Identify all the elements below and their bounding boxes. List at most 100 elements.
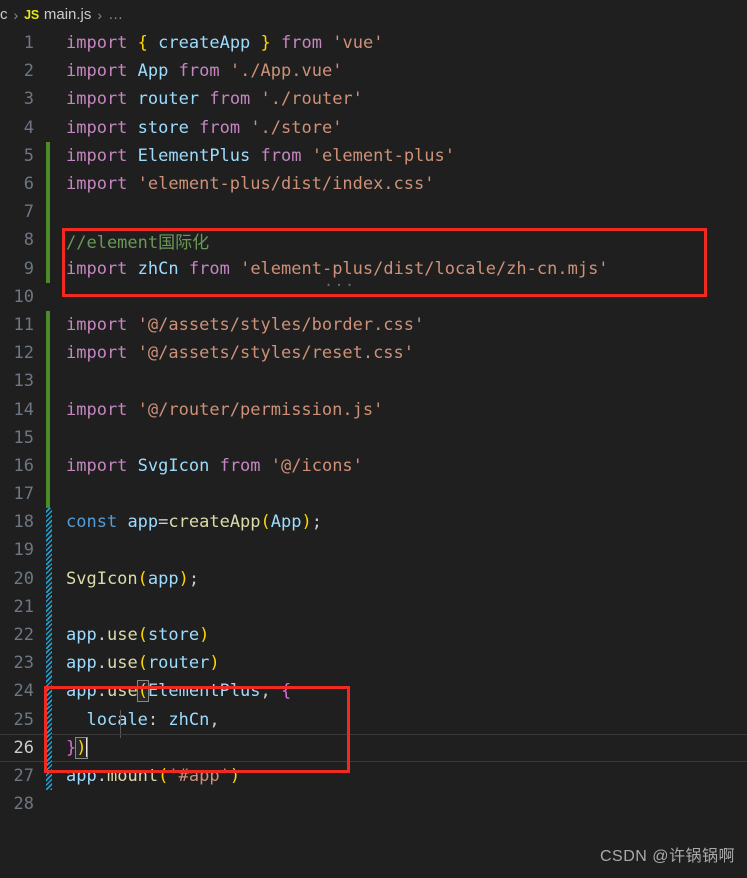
code-line-text: const app=createApp(App); <box>66 512 322 533</box>
code-line-row[interactable]: 18 const app=createApp(App); <box>0 508 747 537</box>
line-number: 14 <box>13 399 34 420</box>
code-line-text: app.use(ElementPlus, { <box>66 680 292 703</box>
watermark: CSDN @许锅锅啊 <box>599 848 735 865</box>
code-line-row[interactable]: 14 import '@/router/permission.js' <box>0 395 747 424</box>
line-number: 1 <box>23 33 34 54</box>
line-number: 28 <box>13 794 34 815</box>
code-line-text: locale: zhCn, <box>54 709 220 738</box>
gutter-change-added[interactable] <box>44 226 54 255</box>
line-number: 26 <box>13 737 34 758</box>
code-line-row[interactable]: 23 app.use(router) <box>0 649 747 678</box>
line-number: 13 <box>13 371 34 392</box>
gutter-change-added[interactable] <box>44 198 54 227</box>
code-line-text: app.use(store) <box>66 625 210 646</box>
gutter-empty <box>44 57 54 85</box>
gutter-change-staged[interactable] <box>44 733 54 763</box>
code-line-row[interactable]: 20 SvgIcon(app); <box>0 564 747 593</box>
code-line-row[interactable]: 25 locale: zhCn, <box>0 705 747 738</box>
line-number: 7 <box>23 202 34 223</box>
code-line-row[interactable]: 8 //element国际化 <box>0 226 747 255</box>
active-line-highlight <box>0 733 747 762</box>
code-line-row[interactable]: 2 import App from './App.vue' <box>0 57 747 85</box>
gutter-change-added[interactable] <box>44 451 54 481</box>
gutter-change-added[interactable] <box>44 395 54 424</box>
line-number: 27 <box>13 765 34 786</box>
code-line-text: import router from './router' <box>66 89 363 110</box>
gutter-empty <box>44 85 54 113</box>
line-number: 16 <box>13 455 34 476</box>
gutter-empty <box>44 790 54 818</box>
code-line-row[interactable]: 13 <box>0 367 747 396</box>
code-line-text: import '@/assets/styles/border.css' <box>66 314 425 335</box>
code-line-row[interactable]: 17 <box>0 480 747 509</box>
code-line-row[interactable]: 26}) <box>0 733 747 763</box>
code-line-row[interactable]: 21 <box>0 592 747 622</box>
code-line-text: //element国际化 <box>66 232 210 253</box>
code-line-row[interactable]: 15 <box>0 423 747 453</box>
code-line-row[interactable]: 11 import '@/assets/styles/border.css' <box>0 310 747 340</box>
gutter-change-added[interactable] <box>44 310 54 340</box>
gutter-change-staged[interactable] <box>44 564 54 593</box>
code-line-text: import ElementPlus from 'element-plus' <box>66 145 456 166</box>
code-line-text: }) <box>66 737 88 760</box>
gutter-change-staged[interactable] <box>44 536 54 565</box>
code-line-row[interactable]: 1 import { createApp } from 'vue' <box>0 29 747 57</box>
code-editor[interactable]: 1 import { createApp } from 'vue' 2 import … <box>0 29 747 878</box>
gutter-change-staged[interactable] <box>44 677 54 706</box>
gutter-change-added[interactable] <box>44 480 54 509</box>
code-line-row[interactable]: 22 app.use(store) <box>0 620 747 650</box>
code-rows: 1 import { createApp } from 'vue' 2 import … <box>0 29 747 818</box>
line-number: 8 <box>23 230 34 251</box>
code-line-row[interactable]: 28 <box>0 790 747 818</box>
gutter-change-staged[interactable] <box>44 761 54 791</box>
code-line-text: import '@/router/permission.js' <box>66 399 384 420</box>
gutter-change-staged[interactable] <box>44 508 54 537</box>
gutter-empty <box>44 283 54 311</box>
breadcrumb-symbol-ellipsis[interactable]: … <box>108 6 124 23</box>
breadcrumb[interactable]: c › JS main.js › … <box>0 0 747 29</box>
breadcrumb-separator-2: › <box>97 6 103 23</box>
line-number: 17 <box>13 484 34 505</box>
code-line-row[interactable]: 6 import 'element-plus/dist/index.css' <box>0 169 747 199</box>
line-number: 12 <box>13 343 34 364</box>
code-line-row[interactable]: 12 import '@/assets/styles/reset.css' <box>0 339 747 368</box>
gutter-change-staged[interactable] <box>44 705 54 734</box>
code-line-text: import SvgIcon from '@/icons' <box>66 455 363 476</box>
gutter-change-staged[interactable] <box>44 620 54 650</box>
line-number: 4 <box>23 117 34 138</box>
bracket-match-open: ( <box>136 680 149 703</box>
code-line-row[interactable]: 24 app.use(ElementPlus, { <box>0 677 747 706</box>
code-line-row[interactable]: 19 <box>0 536 747 565</box>
code-line-row[interactable]: 3 import router from './router' <box>0 85 747 113</box>
code-line-text: import App from './App.vue' <box>66 61 343 82</box>
code-line-row[interactable]: 4 import store from './store' <box>0 114 747 142</box>
line-number: 20 <box>13 568 34 589</box>
line-number: 24 <box>13 681 34 702</box>
code-line-text: import zhCn from 'element-plus/dist/loca… <box>66 258 609 294</box>
gutter-change-staged[interactable] <box>44 592 54 622</box>
line-number: 21 <box>13 596 34 617</box>
line-number: 11 <box>13 314 34 335</box>
code-line-row[interactable]: 5 import ElementPlus from 'element-plus' <box>0 141 747 171</box>
line-number: 10 <box>13 286 34 307</box>
gutter-change-added[interactable] <box>44 423 54 453</box>
code-line-row[interactable]: 9 import zhCn from 'element-plus/dist/loc… <box>0 254 747 294</box>
code-line-row[interactable]: 27 app.mount('#app') <box>0 761 747 791</box>
gutter-change-added[interactable] <box>44 367 54 396</box>
breadcrumb-folder[interactable]: c <box>0 6 8 23</box>
code-line-row[interactable]: 10 <box>0 283 747 311</box>
code-line-row[interactable]: 7 <box>0 198 747 227</box>
gutter-empty <box>44 114 54 142</box>
line-number: 19 <box>13 540 34 561</box>
line-number: 2 <box>23 61 34 82</box>
gutter-change-added[interactable] <box>44 254 54 283</box>
gutter-change-added[interactable] <box>44 339 54 368</box>
line-number: 15 <box>13 427 34 448</box>
breadcrumb-file-name[interactable]: main.js <box>44 6 92 23</box>
code-line-text: app.mount('#app') <box>66 765 241 786</box>
gutter-change-added[interactable] <box>44 169 54 199</box>
gutter-change-staged[interactable] <box>44 649 54 678</box>
line-number: 25 <box>13 709 34 730</box>
code-line-row[interactable]: 16 import SvgIcon from '@/icons' <box>0 451 747 481</box>
gutter-change-added[interactable] <box>44 141 54 171</box>
